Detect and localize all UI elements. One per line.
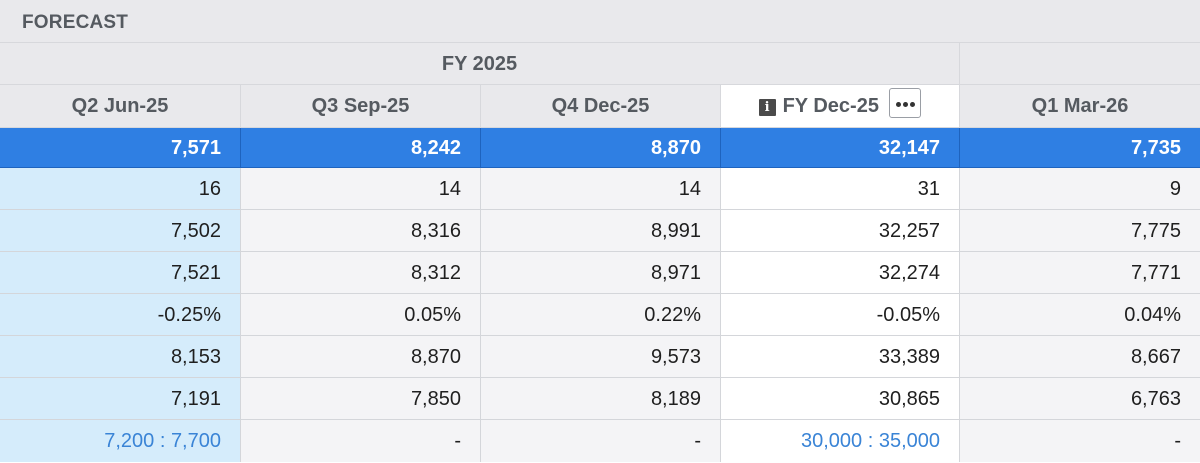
table-cell[interactable]: - — [241, 420, 481, 462]
table-cell[interactable]: 7,775 — [960, 210, 1200, 252]
column-header-label: Q4 Dec-25 — [551, 95, 650, 117]
data-grid: 7,571 8,242 8,870 32,147 7,735 16 14 14 … — [0, 128, 1200, 462]
table-cell[interactable]: 8,870 — [241, 336, 481, 378]
table-cell[interactable]: 7,735 — [960, 128, 1200, 168]
table-cell[interactable]: 9,573 — [481, 336, 721, 378]
table-cell[interactable]: -0.25% — [0, 294, 241, 336]
more-horizontal-icon[interactable] — [889, 88, 922, 118]
table-cell[interactable]: 6,763 — [960, 378, 1200, 420]
forecast-table: FORECAST FY 2025 Q2 Jun-25 Q3 Sep-25 Q4 … — [0, 0, 1200, 463]
table-cell[interactable]: 0.22% — [481, 294, 721, 336]
table-cell[interactable]: - — [481, 420, 721, 462]
table-cell[interactable]: 8,870 — [481, 128, 721, 168]
column-header-label: FY Dec-25 — [782, 95, 879, 117]
table-row[interactable]: -0.25% 0.05% 0.22% -0.05% 0.04% — [0, 294, 1200, 336]
table-cell[interactable]: 8,242 — [241, 128, 481, 168]
table-row[interactable]: 7,191 7,850 8,189 30,865 6,763 — [0, 378, 1200, 420]
group-header-fy: FY 2025 — [0, 43, 960, 85]
table-cell[interactable]: 30,865 — [721, 378, 960, 420]
table-cell[interactable]: 0.05% — [241, 294, 481, 336]
column-header-label: Q3 Sep-25 — [311, 95, 410, 117]
table-cell[interactable]: 32,147 — [721, 128, 960, 168]
group-label-fy: FY 2025 — [441, 53, 518, 75]
table-cell[interactable]: 0.04% — [960, 294, 1200, 336]
table-cell[interactable]: 7,850 — [241, 378, 481, 420]
table-row-forecast[interactable]: 7,571 8,242 8,870 32,147 7,735 — [0, 128, 1200, 168]
table-cell[interactable]: 31 — [721, 168, 960, 210]
column-header-q1[interactable]: Q1 Mar-26 — [960, 85, 1200, 128]
table-cell-range[interactable]: 7,200 : 7,700 — [0, 420, 241, 462]
table-cell[interactable]: 16 — [0, 168, 241, 210]
column-header-fy[interactable]: i FY Dec-25 — [721, 85, 960, 128]
table-cell[interactable]: - — [960, 420, 1200, 462]
table-row[interactable]: 16 14 14 31 9 — [0, 168, 1200, 210]
column-header-q3[interactable]: Q3 Sep-25 — [241, 85, 481, 128]
table-row[interactable]: 8,153 8,870 9,573 33,389 8,667 — [0, 336, 1200, 378]
table-cell[interactable]: 32,274 — [721, 252, 960, 294]
column-header-q4[interactable]: Q4 Dec-25 — [481, 85, 721, 128]
table-cell[interactable]: 8,991 — [481, 210, 721, 252]
table-cell[interactable]: 32,257 — [721, 210, 960, 252]
table-cell[interactable]: 8,667 — [960, 336, 1200, 378]
table-row-guidance[interactable]: 7,200 : 7,700 - - 30,000 : 35,000 - — [0, 420, 1200, 462]
info-icon[interactable]: i — [758, 99, 776, 116]
table-cell[interactable]: 8,189 — [481, 378, 721, 420]
table-cell[interactable]: 7,771 — [960, 252, 1200, 294]
column-group-row: FY 2025 — [0, 43, 1200, 85]
table-cell[interactable]: 7,502 — [0, 210, 241, 252]
table-cell[interactable]: 14 — [241, 168, 481, 210]
table-cell[interactable]: 7,571 — [0, 128, 241, 168]
table-cell[interactable]: 7,191 — [0, 378, 241, 420]
column-header-fy-label-wrap: i FY Dec-25 — [758, 95, 879, 118]
table-cell[interactable]: 8,153 — [0, 336, 241, 378]
section-title: FORECAST — [22, 12, 129, 33]
table-cell[interactable]: 9 — [960, 168, 1200, 210]
table-cell-range[interactable]: 30,000 : 35,000 — [721, 420, 960, 462]
table-cell[interactable]: 7,521 — [0, 252, 241, 294]
column-header-q2[interactable]: Q2 Jun-25 — [0, 85, 241, 128]
table-cell[interactable]: 33,389 — [721, 336, 960, 378]
table-cell[interactable]: -0.05% — [721, 294, 960, 336]
group-header-next — [960, 43, 1200, 85]
section-header: FORECAST — [0, 0, 1200, 43]
table-cell[interactable]: 8,316 — [241, 210, 481, 252]
table-cell[interactable]: 14 — [481, 168, 721, 210]
table-cell[interactable]: 8,312 — [241, 252, 481, 294]
table-row[interactable]: 7,521 8,312 8,971 32,274 7,771 — [0, 252, 1200, 294]
column-header-label: Q1 Mar-26 — [1031, 95, 1129, 117]
column-header-label: Q2 Jun-25 — [71, 95, 169, 117]
table-cell[interactable]: 8,971 — [481, 252, 721, 294]
table-row[interactable]: 7,502 8,316 8,991 32,257 7,775 — [0, 210, 1200, 252]
